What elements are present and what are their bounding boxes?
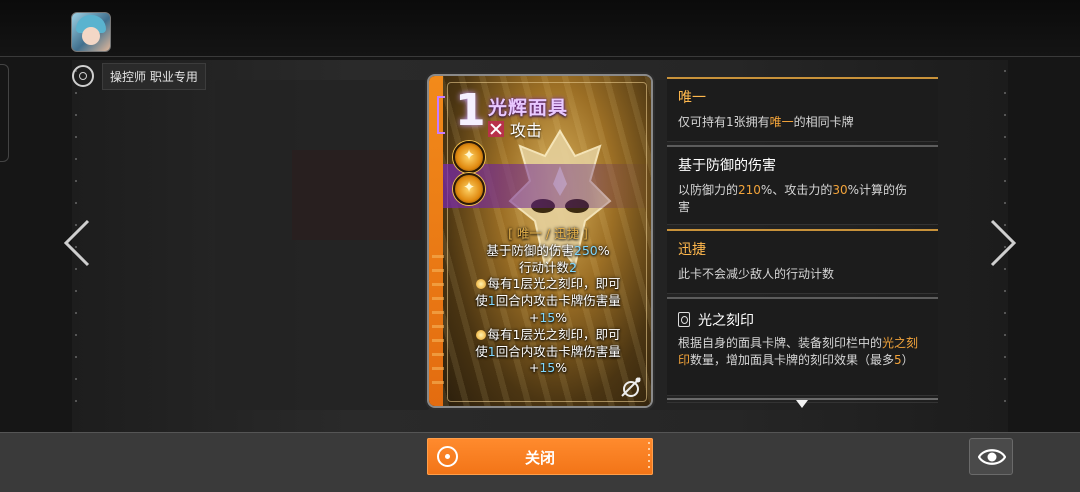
target-icon [72, 65, 94, 87]
keyword-panel-swift: 迅捷 此卡不会减少敌人的行动计数 [667, 229, 938, 293]
eye-icon [978, 449, 1006, 465]
card-type: 攻击 [488, 117, 542, 141]
chevron-left-icon [63, 219, 90, 267]
card-cost: 1 [455, 85, 486, 136]
background-card [215, 80, 430, 410]
keyword-title: 基于防御的伤害 [678, 158, 776, 174]
keyword-desc: 根据自身的面具卡牌、装备刻印栏中的光之刻印数量，增加面具卡牌的刻印效果（最多5） [678, 336, 919, 367]
close-button[interactable]: 关闭 [427, 438, 653, 475]
background-card-art [292, 150, 422, 240]
keyword-desc: 此卡不会减少敌人的行动计数 [678, 267, 835, 281]
card-keywords: [ 唯一 / 迅捷 ] [508, 226, 588, 241]
prev-card-button[interactable] [58, 218, 98, 268]
desc-line: 使1回合内攻击卡牌伤害量 [475, 293, 621, 309]
card-side-ornament [432, 255, 444, 395]
side-panel-handle[interactable] [0, 64, 9, 162]
keyword-panel-defense-damage: 基于防御的伤害 以防御力的210%、攻击力的30%计算的伤害 [667, 145, 938, 224]
top-bar [0, 0, 1080, 57]
class-exclusive-tag: 操控师 职业专用 [72, 62, 206, 90]
next-card-button[interactable] [982, 218, 1022, 268]
seal-dot-icon [475, 329, 486, 340]
card-name: 光辉面具 [488, 97, 569, 119]
player-avatar[interactable] [71, 12, 111, 52]
puppeteer-class-icon [621, 377, 641, 397]
desc-line: 基于防御的伤害250% [486, 242, 610, 258]
desc-line: +15% [528, 309, 568, 325]
keyword-desc: 以防御力的210%、攻击力的30%计算的伤害 [678, 183, 908, 214]
chevron-right-icon [990, 219, 1017, 267]
light-seal-slot [453, 141, 485, 173]
keyword-title: 唯一 [678, 90, 706, 106]
crossed-swords-icon [488, 121, 504, 137]
card-seal-icon [678, 312, 690, 327]
card-type-label: 攻击 [510, 121, 543, 140]
keyword-panel-unique: 唯一 仅可持有1张拥有唯一的相同卡牌 [667, 77, 938, 141]
light-seal-slot [453, 173, 485, 205]
seal-dot-icon [475, 279, 486, 290]
keyword-desc: 仅可持有1张拥有唯一的相同卡牌 [678, 115, 854, 129]
desc-line: 使1回合内攻击卡牌伤害量 [475, 343, 621, 359]
card-description: [ 唯一 / 迅捷 ] 基于防御的伤害250% 行动计数2 每有1层光之刻印，即… [448, 226, 648, 377]
keyword-title: 光之刻印 [678, 310, 754, 330]
keyword-panel-light-seal: 光之刻印 根据自身的面具卡牌、装备刻印栏中的光之刻印数量，增加面具卡牌的刻印效果… [667, 297, 938, 395]
desc-line: 每有1层光之刻印，即可 [448, 276, 648, 293]
keyword-title: 迅捷 [678, 242, 706, 258]
view-toggle-button[interactable] [969, 438, 1013, 475]
cost-bracket [437, 96, 445, 134]
desc-line: 行动计数2 [519, 259, 577, 275]
desc-line: 每有1层光之刻印，即可 [448, 327, 648, 344]
close-button-label: 关闭 [524, 449, 555, 467]
class-exclusive-label: 操控师 职业专用 [102, 62, 206, 90]
scroll-down-indicator[interactable] [796, 400, 808, 408]
button-edge-dots [648, 442, 650, 471]
